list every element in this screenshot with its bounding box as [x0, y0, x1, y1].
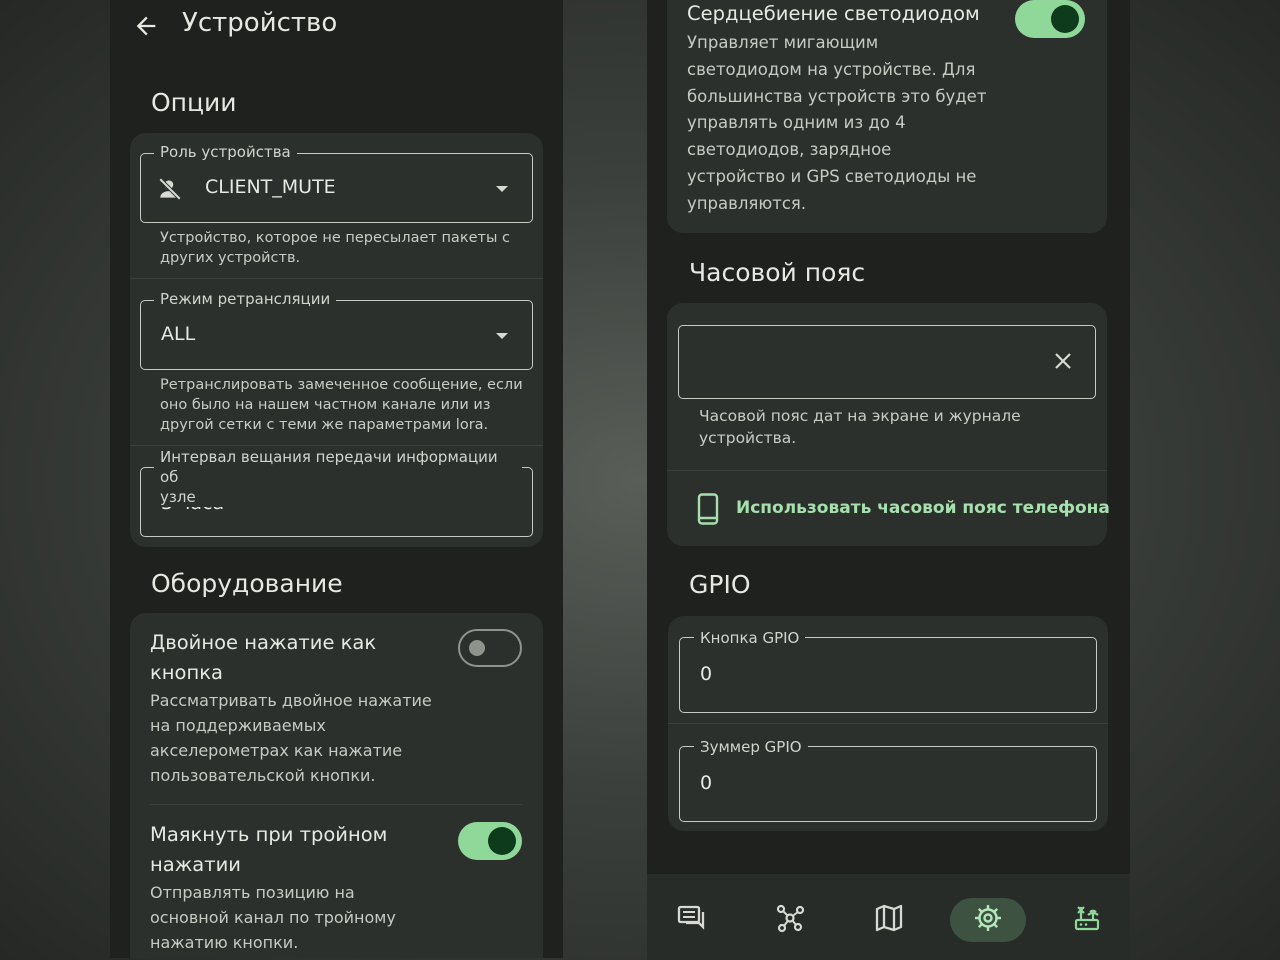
device-role-value: CLIENT_MUTE — [205, 176, 336, 198]
smartphone-icon — [697, 493, 719, 525]
node-info-interval-label: Интервал вещания передачи информации об … — [154, 447, 522, 507]
connection-icon[interactable] — [1065, 896, 1109, 940]
divider — [130, 445, 543, 446]
section-title-options: Опции — [151, 88, 237, 117]
led-card: Сердцебиение светодиодом Управляет мигаю… — [667, 0, 1107, 233]
dropdown-arrow-icon — [496, 186, 508, 192]
rebroadcast-mode-select[interactable]: ALL — [140, 300, 533, 370]
triple-click-description: Отправлять позицию на основной канал по … — [150, 883, 396, 952]
gpio-buzzer-value: 0 — [700, 772, 713, 794]
gpio-button-label: Кнопка GPIO — [694, 628, 806, 648]
device-settings-screen: Устройство Опции CLIENT_MUTE Роль устрой… — [110, 0, 563, 958]
gpio-button-input[interactable]: 0 — [679, 637, 1097, 713]
double-tap-description: Рассматривать двойное нажатие на поддерж… — [150, 691, 432, 785]
divider — [668, 723, 1108, 724]
gpio-button-value: 0 — [700, 663, 713, 685]
use-phone-timezone-label: Использовать часовой пояс телефона — [736, 498, 1110, 518]
timezone-helper: Часовой пояс дат на экране и журнале уст… — [699, 407, 1021, 447]
led-heartbeat-description: Управляет мигающим светодиодом на устрой… — [687, 33, 987, 213]
gpio-buzzer-label: Зуммер GPIO — [694, 737, 808, 757]
top-app-bar: Устройство — [110, 0, 563, 56]
rebroadcast-mode-label: Режим ретрансляции — [154, 289, 337, 309]
device-role-select[interactable]: CLIENT_MUTE — [140, 153, 533, 223]
person-off-icon — [158, 177, 182, 201]
triple-click-title: Маякнуть при тройном нажатии — [150, 823, 388, 876]
use-phone-timezone-button[interactable]: Использовать часовой пояс телефона — [687, 483, 1110, 533]
timezone-card: Часовой пояс дат на экране и журнале уст… — [667, 303, 1110, 546]
hardware-card: Двойное нажатие как кнопка Рассматривать… — [130, 613, 543, 958]
nodes-icon[interactable] — [768, 896, 812, 940]
dropdown-arrow-icon — [496, 333, 508, 339]
rebroadcast-mode-helper: Ретранслировать замеченное сообщение, ес… — [160, 377, 523, 433]
section-title-timezone: Часовой пояс — [689, 258, 866, 287]
arrow-back-icon[interactable] — [132, 12, 160, 40]
led-heartbeat-switch[interactable] — [1015, 0, 1085, 38]
bottom-navigation-bar — [647, 874, 1130, 960]
section-title-gpio: GPIO — [689, 570, 751, 599]
options-card: CLIENT_MUTE Роль устройства Устройство, … — [130, 133, 543, 547]
close-icon[interactable] — [1053, 351, 1073, 371]
gpio-buzzer-input[interactable]: 0 — [679, 746, 1097, 822]
double-tap-title: Двойное нажатие как кнопка — [150, 631, 377, 684]
gpio-card: 0 Кнопка GPIO 0 Зуммер GPIO — [668, 616, 1108, 831]
settings-icon[interactable] — [966, 896, 1010, 940]
divider — [150, 804, 523, 805]
divider — [667, 470, 1107, 471]
timezone-input[interactable] — [678, 325, 1096, 399]
section-title-hardware: Оборудование — [151, 569, 343, 598]
map-icon[interactable] — [867, 896, 911, 940]
divider — [130, 278, 543, 279]
device-role-helper: Устройство, которое не пересылает пакеты… — [160, 230, 510, 266]
triple-click-switch[interactable] — [458, 822, 522, 860]
device-settings-screen-scrolled: Сердцебиение светодиодом Управляет мигаю… — [647, 0, 1130, 960]
messages-icon[interactable] — [670, 896, 714, 940]
led-heartbeat-title: Сердцебиение светодиодом — [687, 2, 980, 25]
double-tap-switch[interactable] — [458, 629, 522, 667]
device-role-label: Роль устройства — [154, 142, 297, 162]
page-title: Устройство — [182, 8, 338, 38]
rebroadcast-mode-value: ALL — [161, 323, 196, 345]
